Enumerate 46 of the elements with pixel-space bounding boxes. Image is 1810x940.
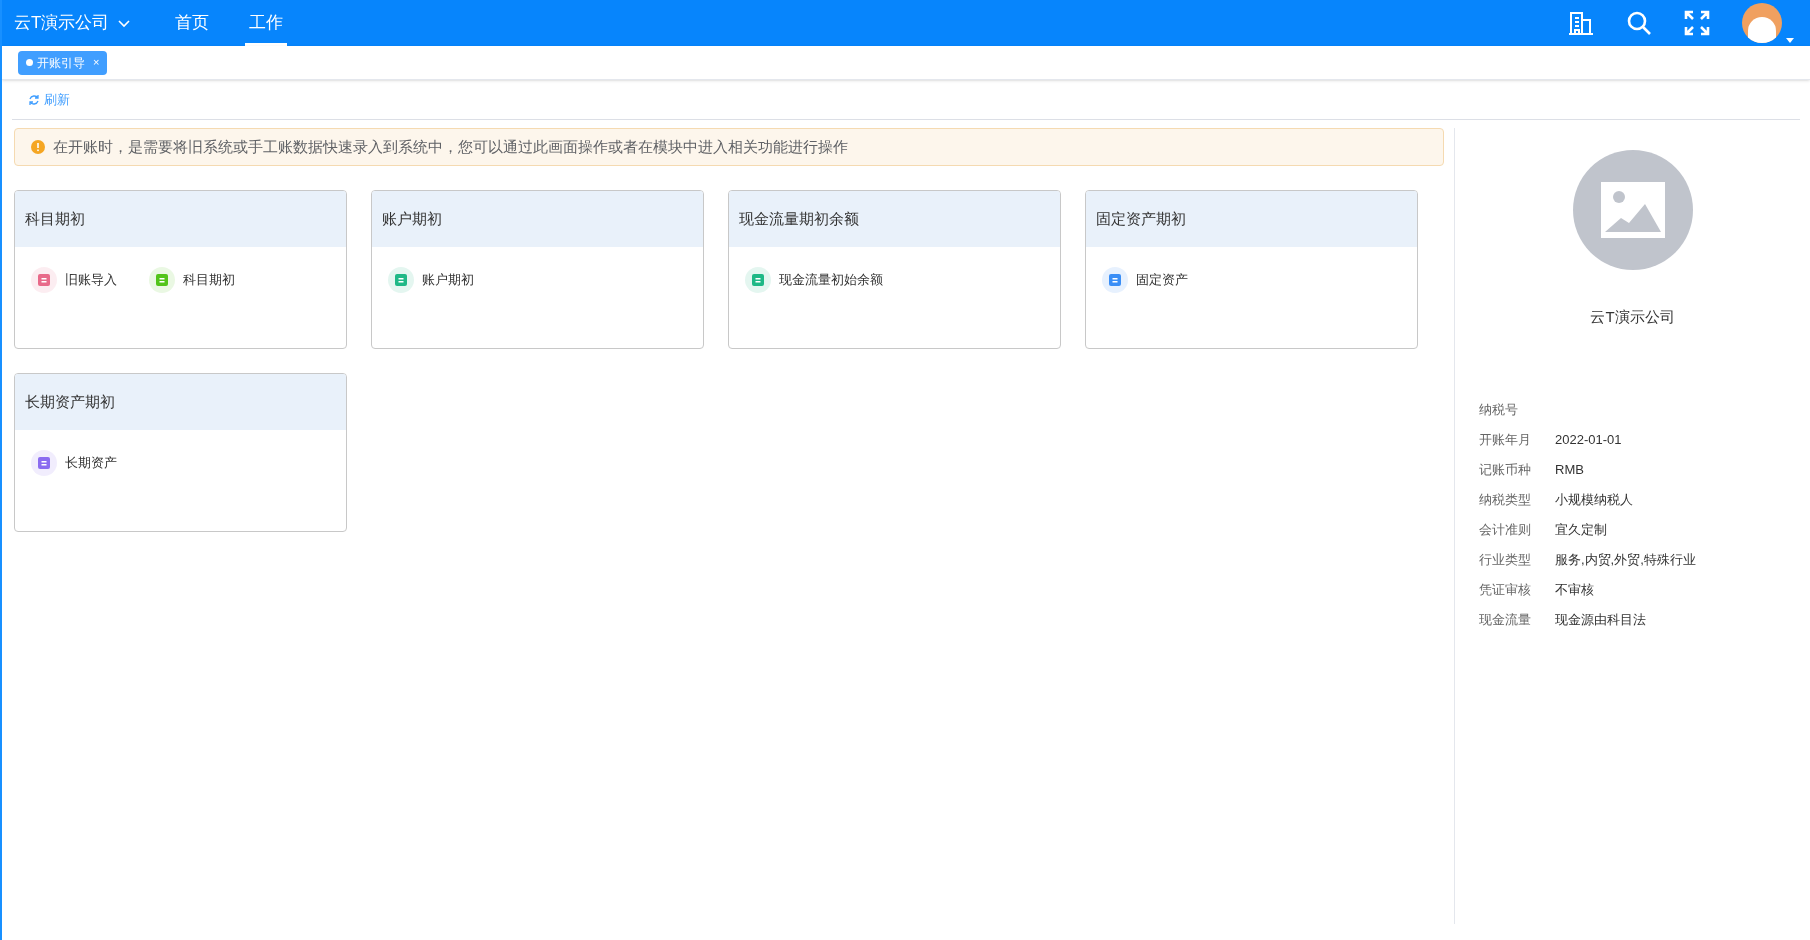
module-icon [31, 450, 57, 476]
card-title: 科目期初 [25, 208, 85, 229]
module-icon [745, 267, 771, 293]
nav-tab[interactable]: 工作 [245, 0, 288, 46]
field-label: 凭证审核 [1479, 581, 1532, 600]
field-value: 现金源由科目法 [1555, 611, 1646, 630]
module-link[interactable]: 长期资产 [31, 450, 117, 476]
module-link[interactable]: 现金流量初始余额 [745, 267, 883, 293]
module-link[interactable]: 旧账导入 [31, 267, 117, 293]
company-dropdown[interactable]: 云T演示公司 [14, 10, 132, 36]
search-icon[interactable] [1626, 10, 1652, 36]
module-link[interactable]: 科目期初 [149, 267, 235, 293]
field-label: 纳税类型 [1479, 491, 1532, 510]
module-link[interactable]: 固定资产 [1102, 267, 1188, 293]
image-icon [1600, 182, 1665, 238]
warning-icon [31, 140, 45, 154]
caret-icon [1786, 38, 1794, 43]
user-avatar[interactable] [1742, 3, 1782, 43]
field-label: 开账年月 [1479, 431, 1532, 450]
card-title: 现金流量期初余额 [739, 208, 859, 229]
fullscreen-icon[interactable] [1684, 10, 1710, 36]
field-value: 小规模纳税人 [1555, 491, 1633, 510]
card-title: 长期资产期初 [25, 391, 115, 412]
module-icon [149, 267, 175, 293]
tab-label: 开账引导 [37, 54, 85, 72]
field-label: 现金流量 [1479, 611, 1532, 630]
field-value: RMB [1555, 461, 1584, 480]
module-link[interactable]: 账户期初 [388, 267, 474, 293]
field-value: 宜久定制 [1555, 521, 1607, 540]
field-label: 记账币种 [1479, 461, 1532, 480]
refresh-icon [28, 93, 40, 106]
module-icon [31, 267, 57, 293]
notice-text: 在开账时，是需要将旧系统或手工账数据快速录入到系统中，您可以通过此画面操作或者在模块中进入相关功能进行操作 [53, 136, 848, 157]
nav-tab[interactable]: 首页 [171, 0, 214, 46]
field-label: 会计准则 [1479, 521, 1532, 540]
field-value: 不审核 [1555, 581, 1594, 600]
field-value: 服务,内贸,外贸,特殊行业 [1555, 551, 1696, 570]
module-icon [388, 267, 414, 293]
card-title: 账户期初 [382, 208, 442, 229]
card-title: 固定资产期初 [1096, 208, 1186, 229]
company-name: 云T演示公司 [1590, 307, 1675, 327]
field-label: 行业类型 [1479, 551, 1532, 570]
field-value: 2022-01-01 [1555, 431, 1622, 450]
module-icon [1102, 267, 1128, 293]
building-icon[interactable] [1568, 10, 1594, 36]
field-label: 纳税号 [1479, 401, 1519, 420]
